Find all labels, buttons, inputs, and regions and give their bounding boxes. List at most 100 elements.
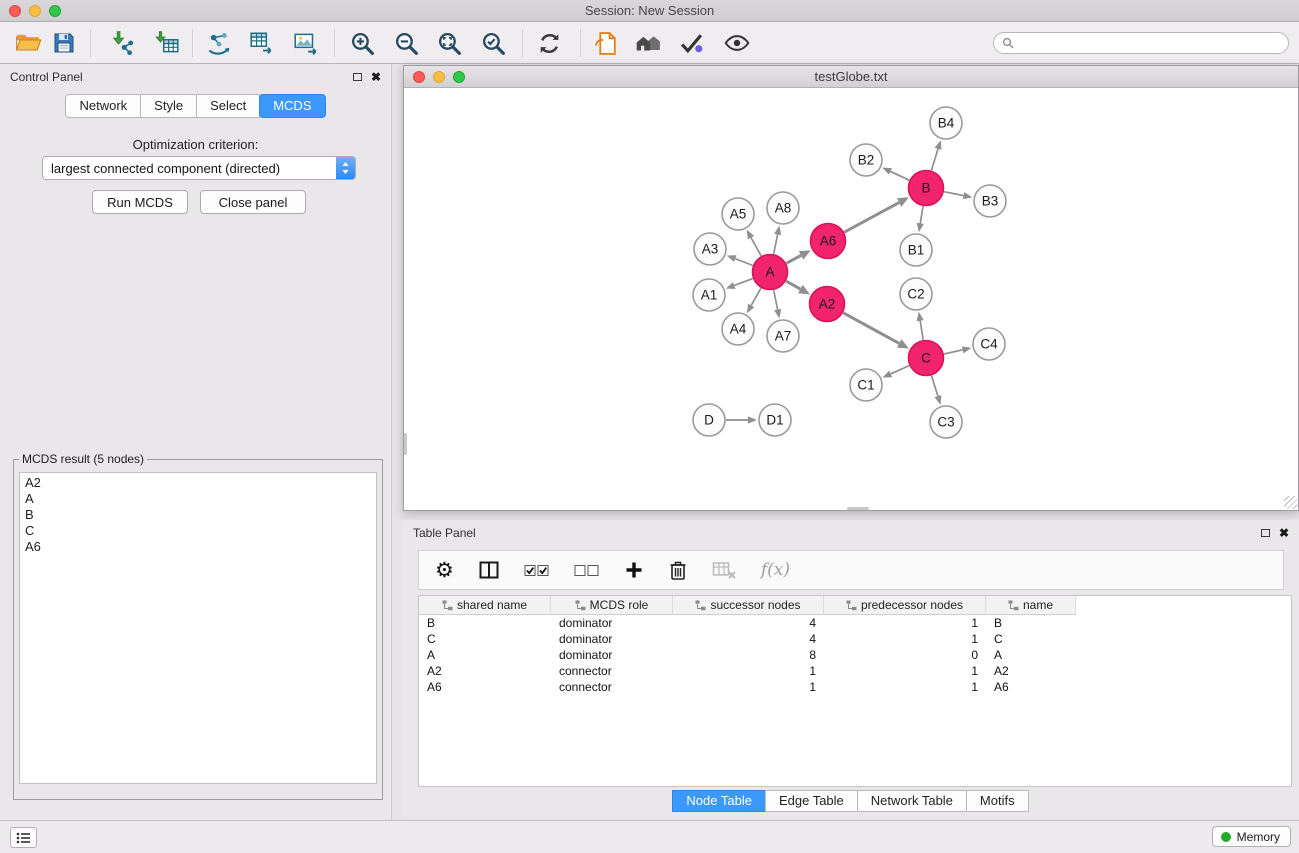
edge-C-C4[interactable] [944, 350, 963, 354]
export-network-button[interactable] [203, 27, 235, 59]
zoom-out-button[interactable] [390, 27, 422, 59]
mcds-result-item[interactable]: B [25, 507, 371, 523]
edge-A2-C[interactable] [843, 313, 899, 344]
help-button[interactable] [675, 27, 707, 59]
mcds-result-list[interactable]: A2ABCA6 [19, 472, 377, 784]
tab-mcds[interactable]: MCDS [259, 94, 325, 118]
edge-A-A4[interactable] [751, 288, 761, 305]
show-columns-button[interactable] [478, 556, 500, 584]
graph-node-C[interactable]: C [909, 341, 944, 376]
export-image-button[interactable] [290, 27, 322, 59]
vertical-scroll-indicator[interactable] [404, 433, 407, 455]
session-doc-button[interactable] [590, 27, 622, 59]
zoom-in-button[interactable] [346, 27, 378, 59]
tab-select[interactable]: Select [196, 94, 260, 118]
graph-node-B1[interactable]: B1 [900, 234, 932, 266]
table-settings-button[interactable]: ⚙ [435, 556, 454, 584]
graph-node-B2[interactable]: B2 [850, 144, 882, 176]
graph-node-C3[interactable]: C3 [930, 406, 962, 438]
graph-node-A1[interactable]: A1 [693, 279, 725, 311]
tab-node-table[interactable]: Node Table [672, 790, 766, 812]
tab-network[interactable]: Network [65, 94, 141, 118]
home-button[interactable] [632, 27, 664, 59]
graph-node-A5[interactable]: A5 [722, 198, 754, 230]
graph-node-D[interactable]: D [693, 404, 725, 436]
graph-node-C4[interactable]: C4 [973, 328, 1005, 360]
float-panel-icon[interactable] [353, 73, 362, 81]
horizontal-scroll-indicator[interactable] [847, 507, 869, 510]
delete-table-button[interactable] [712, 556, 737, 584]
select-all-button[interactable] [524, 556, 550, 584]
graph-node-A6[interactable]: A6 [811, 224, 846, 259]
mcds-result-item[interactable]: C [25, 523, 371, 539]
memory-button[interactable]: Memory [1212, 826, 1291, 847]
criterion-dropdown[interactable]: largest connected component (directed) [42, 156, 356, 180]
save-session-button[interactable] [48, 27, 80, 59]
run-mcds-button[interactable]: Run MCDS [92, 190, 188, 214]
close-panel-icon[interactable]: ✖ [371, 71, 381, 83]
column-header-predecessor-nodes[interactable]: predecessor nodes [824, 596, 986, 615]
add-column-button[interactable] [624, 556, 644, 584]
tab-edge-table[interactable]: Edge Table [765, 790, 858, 812]
network-canvas[interactable]: B4B2BB3A8A5A6A3B1AC2A1A2A4A7C4CC1C3DD1 [404, 88, 1298, 510]
edge-C-C3[interactable] [932, 376, 938, 397]
mcds-result-item[interactable]: A6 [25, 539, 371, 555]
resize-grip[interactable] [1284, 496, 1297, 509]
edge-A-A8[interactable] [774, 234, 778, 253]
graph-node-A3[interactable]: A3 [694, 233, 726, 265]
network-graph[interactable]: B4B2BB3A8A5A6A3B1AC2A1A2A4A7C4CC1C3DD1 [404, 88, 1298, 510]
mcds-result-item[interactable]: A [25, 491, 371, 507]
edge-A-A7[interactable] [774, 290, 778, 309]
graph-node-B4[interactable]: B4 [930, 107, 962, 139]
edge-A-A5[interactable] [751, 238, 761, 256]
delete-column-button[interactable] [668, 556, 688, 584]
column-header-MCDS-role[interactable]: MCDS role [551, 596, 673, 615]
edge-C-C1[interactable] [891, 366, 910, 374]
graph-node-C2[interactable]: C2 [900, 278, 932, 310]
table-row[interactable]: A2connector11A2 [419, 663, 1291, 679]
column-header-shared-name[interactable]: shared name [419, 596, 551, 615]
mcds-result-item[interactable]: A2 [25, 475, 371, 491]
graph-node-C1[interactable]: C1 [850, 369, 882, 401]
edge-A-A6[interactable] [786, 255, 801, 263]
table-row[interactable]: Cdominator41C [419, 631, 1291, 647]
edge-B-B1[interactable] [920, 206, 923, 223]
close-table-panel-icon[interactable]: ✖ [1279, 527, 1289, 539]
import-table-button[interactable] [151, 27, 183, 59]
graph-node-D1[interactable]: D1 [759, 404, 791, 436]
function-builder-button[interactable]: f(x) [761, 556, 790, 584]
edge-B-B4[interactable] [931, 149, 938, 171]
table-row[interactable]: A6connector11A6 [419, 679, 1291, 695]
close-panel-button[interactable]: Close panel [200, 190, 306, 214]
column-header-successor-nodes[interactable]: successor nodes [673, 596, 824, 615]
edge-C-C2[interactable] [920, 321, 923, 340]
import-network-button[interactable] [105, 27, 137, 59]
float-table-panel-icon[interactable] [1261, 529, 1270, 537]
tab-style[interactable]: Style [140, 94, 197, 118]
table-row[interactable]: Bdominator41B [419, 615, 1291, 631]
edge-B-B3[interactable] [944, 192, 963, 196]
panel-menu-button[interactable] [10, 827, 37, 848]
zoom-selected-button[interactable] [477, 27, 509, 59]
edge-A-A1[interactable] [734, 279, 752, 286]
open-session-button[interactable] [12, 27, 44, 59]
search-box[interactable] [993, 32, 1289, 54]
edge-B-B2[interactable] [890, 171, 909, 180]
column-header-name[interactable]: name [986, 596, 1076, 615]
edge-A-A2[interactable] [786, 281, 800, 289]
graph-node-B[interactable]: B [909, 171, 944, 206]
graph-node-A[interactable]: A [753, 255, 788, 290]
edge-A-A3[interactable] [735, 259, 753, 266]
table-row[interactable]: Adominator80A [419, 647, 1291, 663]
graph-node-A7[interactable]: A7 [767, 320, 799, 352]
graph-node-A2[interactable]: A2 [810, 287, 845, 322]
graph-node-B3[interactable]: B3 [974, 185, 1006, 217]
refresh-view-button[interactable] [533, 27, 565, 59]
deselect-all-button[interactable] [574, 556, 600, 584]
edge-A6-B[interactable] [844, 203, 899, 233]
graph-node-A8[interactable]: A8 [767, 192, 799, 224]
search-input[interactable] [1019, 36, 1280, 50]
tab-motifs[interactable]: Motifs [966, 790, 1029, 812]
export-table-button[interactable] [246, 27, 278, 59]
show-graphics-button[interactable] [721, 27, 753, 59]
